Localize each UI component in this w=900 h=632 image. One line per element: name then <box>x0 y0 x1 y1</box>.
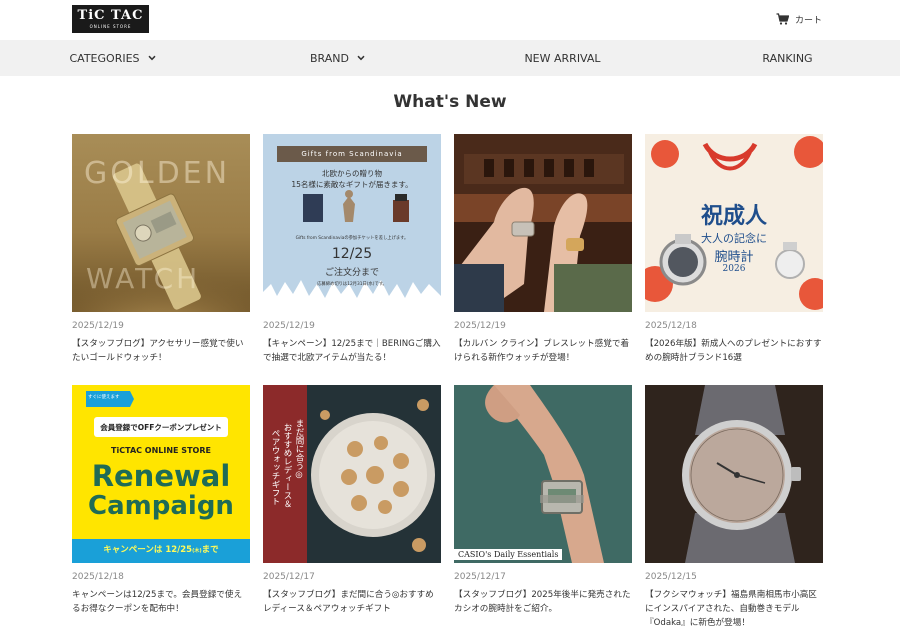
image-banner: Gifts from Scandinavia <box>277 146 427 162</box>
nav-label: NEW ARRIVAL <box>524 51 601 65</box>
article-title[interactable]: 【2026年版】新成人へのプレゼントにおすすめの腕時計ブランド16選 <box>645 337 823 365</box>
image-text-small: Gifts from Scandinaviaの参加チケットを差し上げます。 <box>295 236 409 241</box>
image-text-col2: おすすめレディース＆ <box>282 423 292 508</box>
cart-link[interactable]: カート <box>776 11 822 27</box>
logo-sub-text: ONLINE STORE <box>89 24 132 29</box>
article-date: 2025/12/17 <box>454 572 506 582</box>
article-card[interactable]: 2025/12/15 【フクシマウォッチ】福島県南相馬市小高区にインスパイアされ… <box>645 385 823 628</box>
article-image-renewal-campaign[interactable]: すぐに使えます 会員登録でOFFクーポンプレゼント TiCTAC ONLINE … <box>72 385 250 563</box>
article-image-gift[interactable]: まだ間に合う◎ おすすめレディース＆ ペアウォッチギフト <box>263 385 441 563</box>
article-card[interactable]: 2025/12/19 【カルバン クライン】ブレスレット感覚で着けられる新作ウォ… <box>454 134 632 363</box>
article-image-seijin[interactable]: 祝成人 大人の記念に 腕時計 2026 <box>645 134 823 312</box>
nav-label: BRAND <box>310 51 349 65</box>
article-image-scandinavia[interactable]: Gifts from Scandinavia 北欧からの贈り物 15名様に素敵な… <box>263 134 441 312</box>
article-card[interactable]: CASIO's Daily Essentials 2025/12/17 【スタッ… <box>454 385 632 614</box>
image-text-year: 2026 <box>722 264 746 274</box>
image-text-line1: 北欧からの贈り物 <box>322 169 382 178</box>
image-footer-end: まで <box>201 545 219 555</box>
image-text-udedokei: 腕時計 <box>714 250 754 265</box>
image-text-date: 12/25 <box>331 246 373 262</box>
article-date: 2025/12/19 <box>72 321 124 331</box>
article-date: 2025/12/18 <box>645 321 697 331</box>
image-text-golden: GOLDEN <box>84 156 231 191</box>
image-footer-main: キャンペーンは 12/25 <box>103 545 193 555</box>
image-store: TiCTAC ONLINE STORE <box>111 446 211 455</box>
chevron-down-icon <box>357 55 365 61</box>
image-footer: キャンペーンは 12/25(木)まで <box>72 543 250 555</box>
image-tag: すぐに使えます <box>88 395 120 400</box>
article-title[interactable]: 【カルバン クライン】ブレスレット感覚で着けられる新作ウォッチが登場！ <box>454 337 632 365</box>
article-card[interactable]: まだ間に合う◎ おすすめレディース＆ ペアウォッチギフト 2025/12/17 … <box>263 385 441 614</box>
article-title[interactable]: 【スタッフブログ】まだ間に合う◎おすすめレディース＆ペアウォッチギフト <box>263 588 441 616</box>
image-footer-small: (木) <box>192 548 202 554</box>
image-caption: CASIO's Daily Essentials <box>454 549 563 560</box>
image-renewal: Renewal <box>91 459 231 493</box>
article-title[interactable]: 【スタッフブログ】2025年後半に発売されたカシオの腕時計をご紹介。 <box>454 588 632 616</box>
main-nav: CATEGORIES BRAND NEW ARRIVAL RANKING <box>0 40 900 76</box>
site-header: TiC TAC ONLINE STORE カート <box>0 0 900 40</box>
image-text-note: 応募締め切りは12月31日(水)です。 <box>317 282 387 287</box>
image-text-col3: ペアウォッチギフト <box>270 429 280 506</box>
article-title[interactable]: 【フクシマウォッチ】福島県南相馬市小高区にインスパイアされた、自動巻きモデル『O… <box>645 588 823 630</box>
article-image-calvin-klein[interactable] <box>454 134 632 312</box>
article-title[interactable]: 【キャンペーン】12/25まで｜BERINGご購入で抽選で北欧アイテムが当たる！ <box>263 337 441 365</box>
nav-item-ranking[interactable]: RANKING <box>675 40 900 76</box>
cart-icon <box>776 13 789 25</box>
image-text-seijin: 祝成人 <box>700 203 767 229</box>
article-date: 2025/12/19 <box>454 321 506 331</box>
logo-main-text: TiC TAC <box>77 8 144 23</box>
image-text-until: ご注文分まで <box>324 268 379 278</box>
article-card[interactable]: GOLDEN WATCH 2025/12/19 【スタッフブログ】アクセサリー感… <box>72 134 250 363</box>
chevron-down-icon <box>147 55 156 61</box>
article-date: 2025/12/19 <box>263 321 315 331</box>
nav-item-new-arrival[interactable]: NEW ARRIVAL <box>450 40 675 76</box>
site-logo[interactable]: TiC TAC ONLINE STORE <box>72 5 149 33</box>
article-image-golden-watch[interactable]: GOLDEN WATCH <box>72 134 250 312</box>
article-image-casio[interactable]: CASIO's Daily Essentials <box>454 385 632 563</box>
image-campaign: Campaign <box>88 491 234 521</box>
article-date: 2025/12/18 <box>72 572 124 582</box>
image-text-col1: まだ間に合う◎ <box>294 419 304 480</box>
cart-label: カート <box>794 15 822 26</box>
article-date: 2025/12/17 <box>263 572 315 582</box>
image-text-watch: WATCH <box>86 262 201 295</box>
article-image-fukushima-watch[interactable] <box>645 385 823 563</box>
article-title[interactable]: キャンペーンは12/25まで。会員登録で使えるお得なクーポンを配布中！ <box>72 588 250 616</box>
article-card[interactable]: 祝成人 大人の記念に 腕時計 2026 2025/12/18 【2026年版】新… <box>645 134 823 363</box>
article-card[interactable]: すぐに使えます 会員登録でOFFクーポンプレゼント TiCTAC ONLINE … <box>72 385 250 614</box>
nav-item-brand[interactable]: BRAND <box>225 40 450 76</box>
nav-item-categories[interactable]: CATEGORIES <box>0 40 225 76</box>
section-title: What's New <box>393 92 507 112</box>
image-text-line2: 15名様に素敵なギフトが届きます。 <box>291 180 413 189</box>
image-coupon: 会員登録でOFFクーポンプレゼント <box>100 423 222 432</box>
article-title[interactable]: 【スタッフブログ】アクセサリー感覚で使いたいゴールドウォッチ！ <box>72 337 250 365</box>
image-text-kinen: 大人の記念に <box>701 232 767 245</box>
article-card[interactable]: Gifts from Scandinavia 北欧からの贈り物 15名様に素敵な… <box>263 134 441 363</box>
article-grid: GOLDEN WATCH 2025/12/19 【スタッフブログ】アクセサリー感… <box>72 134 823 628</box>
nav-label: RANKING <box>762 51 813 65</box>
article-date: 2025/12/15 <box>645 572 697 582</box>
nav-label: CATEGORIES <box>69 51 140 65</box>
